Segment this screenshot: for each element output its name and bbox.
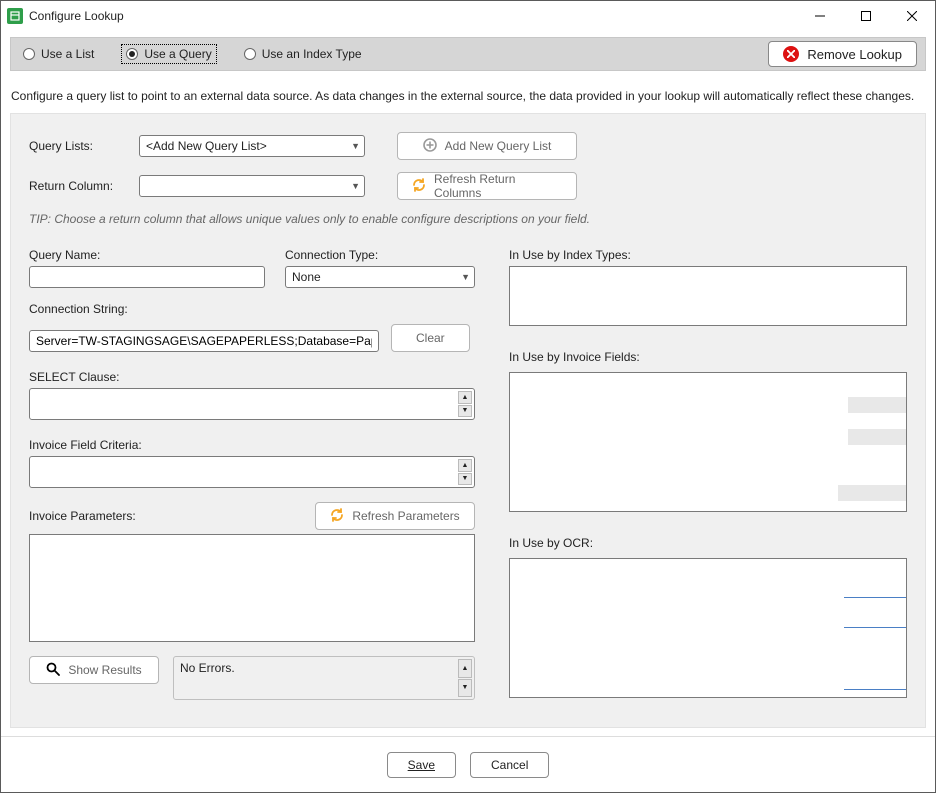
in-use-ocr-box[interactable] — [509, 558, 907, 698]
invoice-parameters-label: Invoice Parameters: — [29, 509, 136, 523]
clear-button[interactable]: Clear — [391, 324, 470, 352]
radio-dot-icon — [126, 48, 138, 60]
minimize-button[interactable] — [797, 1, 843, 31]
refresh-return-columns-button[interactable]: Refresh Return Columns — [397, 172, 577, 200]
chevron-down-icon: ▼ — [351, 141, 360, 151]
in-use-invoice-box[interactable] — [509, 372, 907, 512]
spin-down-icon[interactable]: ▼ — [458, 405, 472, 418]
in-use-invoice-label: In Use by Invoice Fields: — [509, 350, 907, 364]
button-label: Refresh Parameters — [352, 509, 459, 523]
query-lists-label: Query Lists: — [29, 139, 129, 153]
radio-use-index-type[interactable]: Use an Index Type — [240, 45, 366, 63]
add-new-query-list-button[interactable]: Add New Query List — [397, 132, 577, 160]
connection-type-label: Connection Type: — [285, 248, 475, 262]
remove-lookup-button[interactable]: Remove Lookup — [768, 41, 917, 67]
radio-label: Use a List — [41, 47, 94, 61]
maximize-button[interactable] — [843, 1, 889, 31]
spin-down-icon[interactable]: ▼ — [458, 473, 472, 486]
invoice-field-criteria-label: Invoice Field Criteria: — [29, 438, 475, 452]
return-column-select[interactable]: ▼ — [139, 175, 365, 197]
select-clause-label: SELECT Clause: — [29, 370, 475, 384]
refresh-icon — [412, 178, 426, 195]
query-name-input[interactable] — [29, 266, 265, 288]
select-clause-input[interactable]: ▲▼ — [29, 388, 475, 420]
description-text: Configure a query list to point to an ex… — [1, 71, 935, 113]
in-use-index-label: In Use by Index Types: — [509, 248, 907, 262]
configure-lookup-window: Configure Lookup Use a List Use a Query … — [0, 0, 936, 793]
tip-text: TIP: Choose a return column that allows … — [29, 212, 907, 226]
query-name-label: Query Name: — [29, 248, 265, 262]
query-lists-select[interactable]: <Add New Query List> ▼ — [139, 135, 365, 157]
remove-icon — [783, 46, 799, 62]
mode-bar: Use a List Use a Query Use an Index Type… — [10, 37, 926, 71]
config-panel: Query Lists: <Add New Query List> ▼ Add … — [10, 113, 926, 728]
refresh-icon — [330, 508, 344, 525]
errors-text: No Errors. — [180, 661, 235, 675]
radio-label: Use a Query — [144, 47, 211, 61]
button-label: Add New Query List — [445, 139, 552, 153]
button-label: Save — [408, 758, 435, 772]
connection-string-input[interactable] — [29, 330, 379, 352]
save-button[interactable]: Save — [387, 752, 456, 778]
chevron-down-icon: ▼ — [351, 181, 360, 191]
cancel-button[interactable]: Cancel — [470, 752, 549, 778]
refresh-parameters-button[interactable]: Refresh Parameters — [315, 502, 475, 530]
invoice-parameters-box[interactable] — [29, 534, 475, 642]
button-label: Clear — [416, 331, 445, 345]
spin-down-icon[interactable]: ▼ — [458, 679, 472, 698]
radio-use-query[interactable]: Use a Query — [122, 45, 215, 63]
query-lists-value: <Add New Query List> — [146, 139, 267, 153]
footer: Save Cancel — [1, 736, 935, 792]
invoice-field-criteria-input[interactable]: ▲▼ — [29, 456, 475, 488]
search-icon — [46, 662, 60, 679]
connection-string-label: Connection String: — [29, 302, 475, 316]
spin-up-icon[interactable]: ▲ — [458, 391, 472, 404]
connection-type-select[interactable]: None ▼ — [285, 266, 475, 288]
button-label: Cancel — [491, 758, 528, 772]
close-button[interactable] — [889, 1, 935, 31]
app-icon — [7, 8, 23, 24]
spin-up-icon[interactable]: ▲ — [458, 659, 472, 678]
radio-label: Use an Index Type — [262, 47, 362, 61]
plus-circle-icon — [423, 138, 437, 155]
button-label: Refresh Return Columns — [434, 172, 562, 200]
in-use-index-box[interactable] — [509, 266, 907, 326]
errors-box: No Errors. ▲▼ — [173, 656, 475, 700]
radio-dot-icon — [23, 48, 35, 60]
return-column-label: Return Column: — [29, 179, 129, 193]
chevron-down-icon: ▼ — [461, 272, 470, 282]
button-label: Show Results — [68, 663, 141, 677]
radio-dot-icon — [244, 48, 256, 60]
remove-lookup-label: Remove Lookup — [807, 47, 902, 62]
titlebar: Configure Lookup — [1, 1, 935, 31]
spin-up-icon[interactable]: ▲ — [458, 459, 472, 472]
window-title: Configure Lookup — [29, 9, 124, 23]
in-use-ocr-label: In Use by OCR: — [509, 536, 907, 550]
connection-type-value: None — [292, 270, 321, 284]
radio-use-list[interactable]: Use a List — [19, 45, 98, 63]
show-results-button[interactable]: Show Results — [29, 656, 159, 684]
